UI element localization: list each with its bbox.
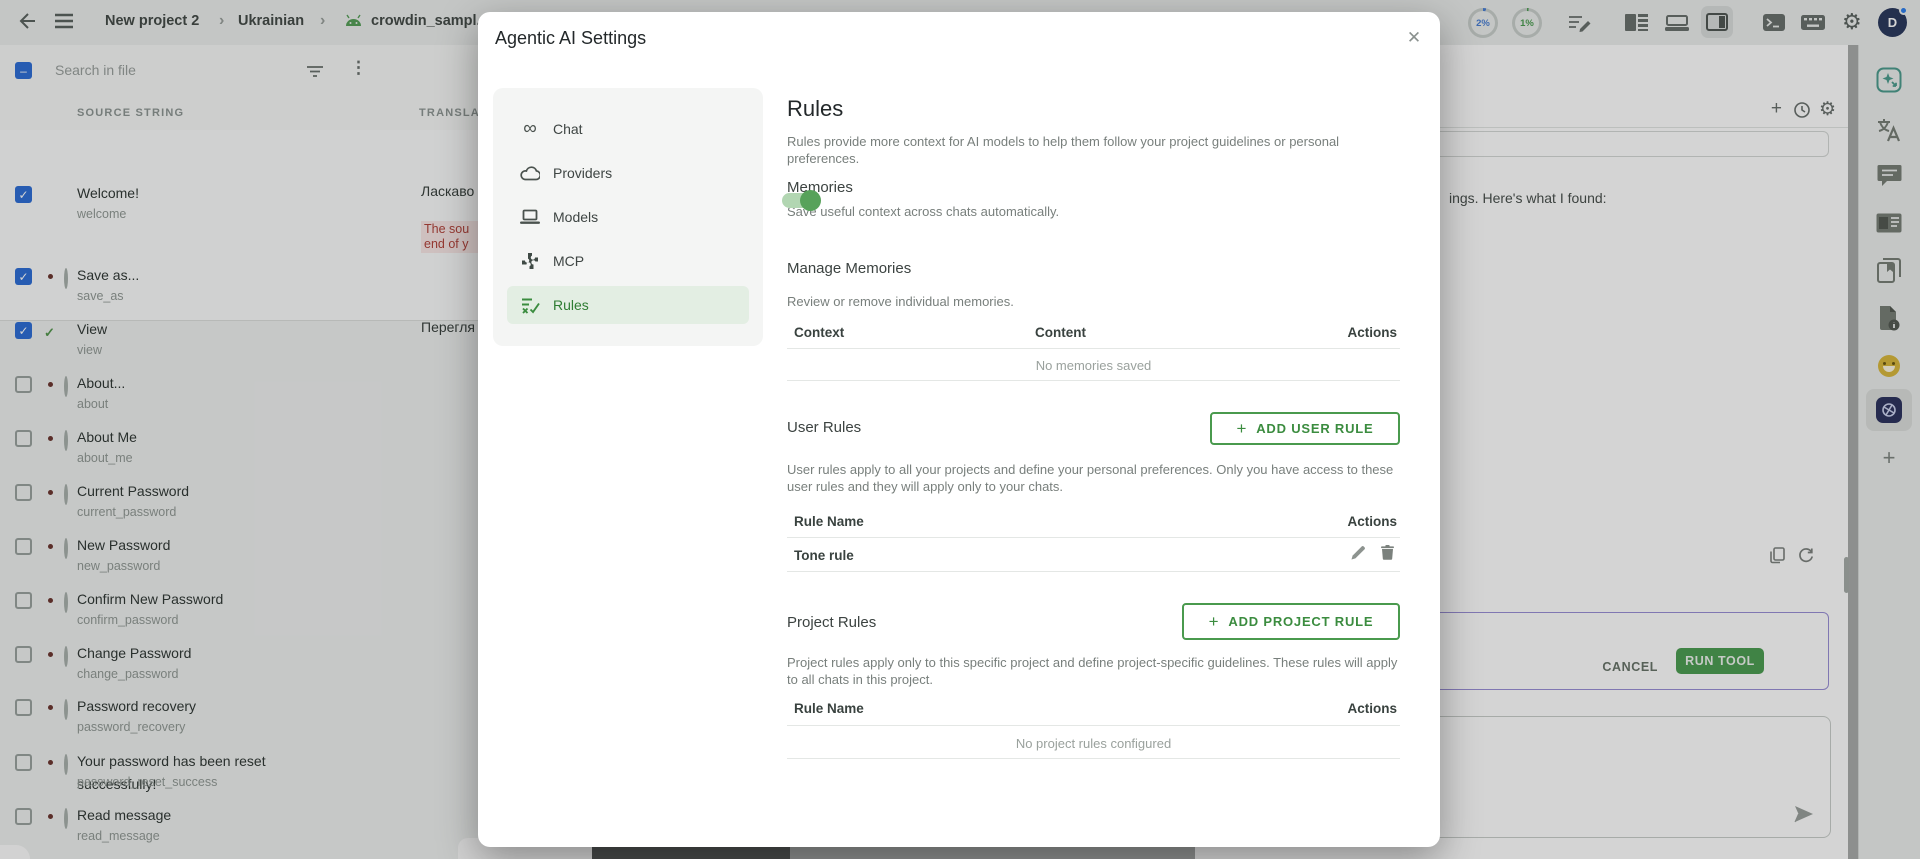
chat-icon: ∞ [520, 120, 540, 138]
close-icon[interactable]: ✕ [1401, 25, 1427, 51]
column-header-rule-name: Rule Name [794, 514, 864, 529]
rule-row-actions [1351, 545, 1394, 560]
memories-toggle[interactable] [782, 193, 820, 208]
modal-nav-item-rules[interactable]: Rules [507, 286, 749, 324]
plus-icon: + [1236, 419, 1247, 439]
column-header-rule-name: Rule Name [794, 701, 864, 716]
nav-item-label: Models [553, 209, 598, 225]
rule-row-name: Tone rule [794, 548, 854, 563]
page-description: Rules provide more context for AI models… [787, 134, 1400, 167]
edit-pencil-icon[interactable] [1351, 545, 1366, 560]
column-header-content: Content [1035, 325, 1086, 340]
column-header-actions: Actions [1347, 325, 1397, 340]
column-header-actions: Actions [1347, 701, 1397, 716]
memories-empty-state: No memories saved [787, 358, 1400, 373]
manage-memories-heading: Manage Memories [787, 260, 911, 277]
column-header-context: Context [794, 325, 844, 340]
nav-item-label: MCP [553, 253, 584, 269]
rules-content: Rules Rules provide more context for AI … [787, 12, 1400, 847]
rules-icon [520, 296, 540, 314]
memories-description: Save useful context across chats automat… [787, 204, 1059, 221]
laptop-icon [520, 208, 540, 226]
nav-item-label: Providers [553, 165, 612, 181]
toggle-knob [800, 190, 821, 211]
nav-item-label: Chat [553, 121, 583, 137]
divider [787, 725, 1400, 726]
delete-trash-icon[interactable] [1381, 545, 1394, 560]
puzzle-icon [520, 252, 540, 270]
project-rules-heading: Project Rules [787, 614, 876, 631]
agentic-ai-settings-modal: Agentic AI Settings ✕ ∞ Chat Providers Mode… [478, 12, 1440, 847]
page-title: Rules [787, 96, 843, 122]
divider [787, 571, 1400, 572]
modal-nav-item-mcp[interactable]: MCP [507, 242, 749, 280]
modal-nav-item-chat[interactable]: ∞ Chat [507, 110, 749, 148]
add-project-rule-button[interactable]: +ADD PROJECT RULE [1182, 603, 1400, 640]
divider [787, 758, 1400, 759]
modal-nav: ∞ Chat Providers Models MCP Rules [493, 88, 763, 346]
modal-nav-item-providers[interactable]: Providers [507, 154, 749, 192]
project-rules-description: Project rules apply only to this specifi… [787, 655, 1400, 688]
project-rules-empty-state: No project rules configured [787, 736, 1400, 751]
divider [787, 348, 1400, 349]
divider [787, 537, 1400, 538]
modal-nav-item-models[interactable]: Models [507, 198, 749, 236]
add-user-rule-button[interactable]: +ADD USER RULE [1210, 412, 1400, 445]
user-rules-description: User rules apply to all your projects an… [787, 462, 1400, 495]
nav-item-label: Rules [553, 297, 589, 313]
modal-title: Agentic AI Settings [495, 28, 646, 49]
cloud-icon [520, 164, 540, 182]
manage-memories-description: Review or remove individual memories. [787, 294, 1014, 311]
plus-icon: + [1209, 612, 1220, 632]
user-rules-heading: User Rules [787, 419, 861, 436]
divider [787, 380, 1400, 381]
column-header-actions: Actions [1347, 514, 1397, 529]
